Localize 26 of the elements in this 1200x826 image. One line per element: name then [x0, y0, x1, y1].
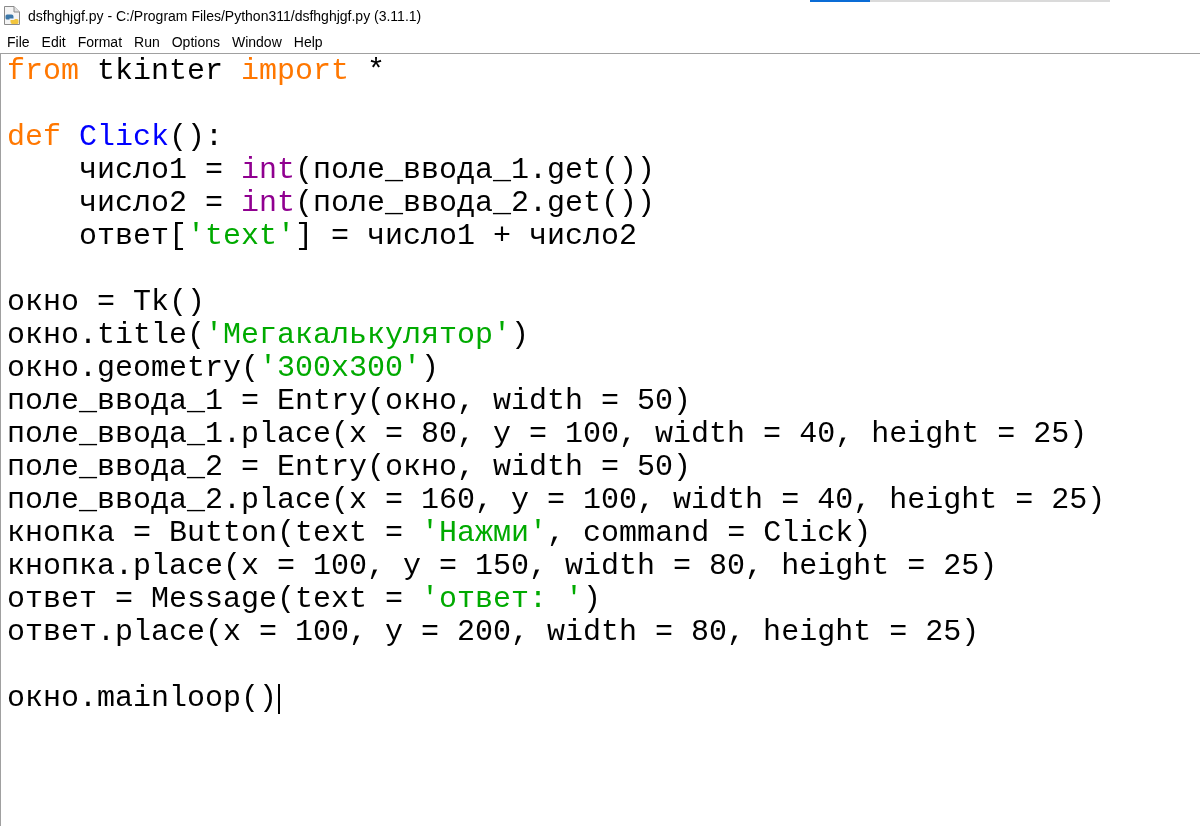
menu-item[interactable]: Window	[225, 32, 288, 52]
code-line: ответ = Message(text = 'ответ: ')	[7, 583, 602, 616]
code-line: поле_ввода_2 = Entry(окно, width = 50)	[7, 451, 692, 484]
menu-item[interactable]: Run	[128, 32, 166, 52]
code-line: ответ['text'] = число1 + число2	[79, 220, 638, 253]
code-line: поле_ввода_2.place(x = 160, y = 100, width = 40, height = 25)	[7, 484, 1106, 517]
code-line: число2 = int(поле_ввода_2.get())	[79, 187, 656, 220]
code-line: число1 = int(поле_ввода_1.get())	[79, 154, 656, 187]
code-line: поле_ввода_1.place(x = 80, y = 100, width = 40, height = 25)	[7, 418, 1088, 451]
code-line: окно.title('Мегакалькулятор')	[7, 319, 530, 352]
menu-item[interactable]: File	[1, 32, 36, 52]
code-line: окно = Tk()	[7, 286, 206, 319]
menu-item[interactable]: Help	[287, 32, 329, 52]
menu-item[interactable]: Format	[71, 32, 129, 52]
code-line: окно.geometry('300x300')	[7, 352, 440, 385]
menu-item[interactable]: Edit	[35, 32, 72, 52]
code-line: кнопка.place(x = 100, y = 150, width = 80, height = 25)	[7, 550, 998, 583]
code-line: поле_ввода_1 = Entry(окно, width = 50)	[7, 385, 692, 418]
menu-item[interactable]: Options	[165, 32, 226, 52]
code-line: def Click():	[7, 121, 224, 154]
window-title: dsfhghjgf.py - C:/Program Files/Python311/dsfhghjgf.py (3.11.1)	[28, 7, 422, 24]
code-line: from tkinter import *	[7, 55, 386, 88]
code-line: кнопка = Button(text = 'Нажми', command = Click)	[7, 517, 872, 550]
code-line: ответ.place(x = 100, y = 200, width = 80, height = 25)	[7, 616, 980, 649]
document-icon	[4, 6, 20, 25]
code-line: окно.mainloop()	[7, 682, 278, 715]
